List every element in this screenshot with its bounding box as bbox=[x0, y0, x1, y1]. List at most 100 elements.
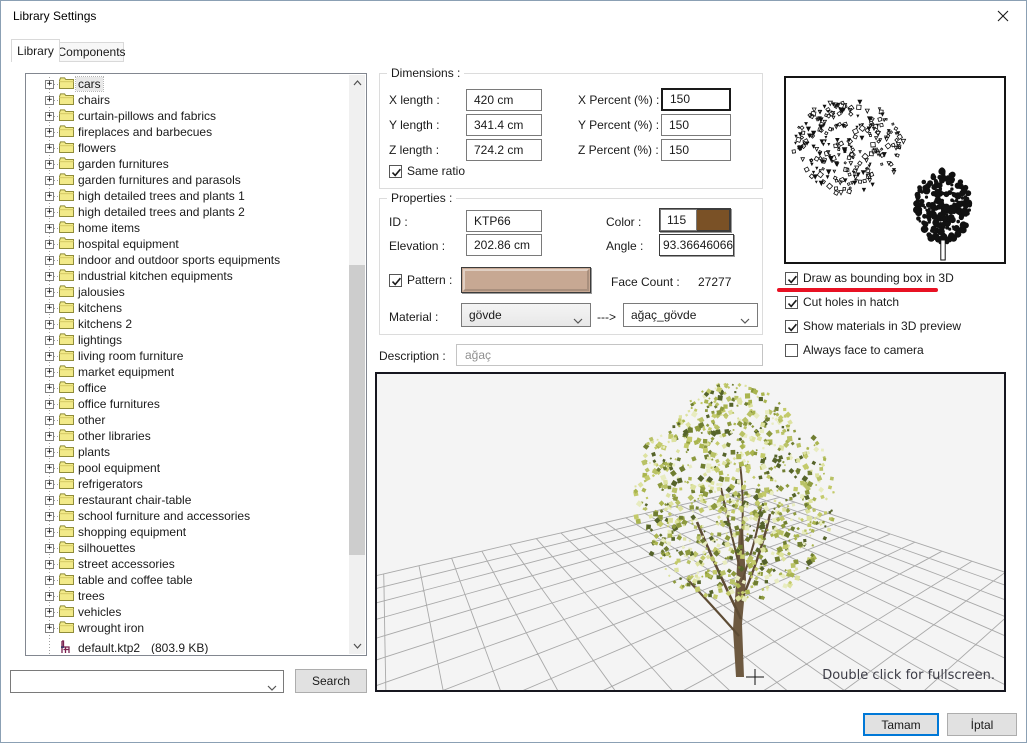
same-ratio-checkbox[interactable] bbox=[389, 165, 402, 178]
y-percent-field[interactable]: 150 bbox=[661, 114, 731, 136]
expand-icon[interactable]: + bbox=[45, 592, 54, 601]
expand-icon[interactable]: + bbox=[45, 160, 54, 169]
search-button[interactable]: Search bbox=[295, 669, 367, 693]
tree-item-market-equipment[interactable]: +market equipment bbox=[27, 364, 349, 380]
expand-icon[interactable]: + bbox=[45, 128, 54, 137]
expand-icon[interactable]: + bbox=[45, 576, 54, 585]
tree-item-other-libraries[interactable]: +other libraries bbox=[27, 428, 349, 444]
scroll-up-button[interactable] bbox=[349, 75, 365, 91]
tree-item-curtain-pillows-and-fabrics[interactable]: +curtain-pillows and fabrics bbox=[27, 108, 349, 124]
tree-item-garden-furnitures[interactable]: +garden furnitures bbox=[27, 156, 349, 172]
expand-icon[interactable]: + bbox=[45, 400, 54, 409]
description-field[interactable]: ağaç bbox=[456, 344, 763, 366]
expand-icon[interactable]: + bbox=[45, 448, 54, 457]
always-face-to-camera-checkbox[interactable] bbox=[785, 344, 798, 357]
z-percent-field[interactable]: 150 bbox=[661, 139, 731, 161]
show-materials-in-3d-preview-checkbox[interactable] bbox=[785, 320, 798, 333]
tree-item-cars[interactable]: +cars bbox=[27, 76, 349, 92]
x-percent-field[interactable]: 150 bbox=[661, 88, 731, 111]
y-length-field[interactable]: 341.4 cm bbox=[466, 114, 542, 136]
draw-as-bounding-box-in-3d-checkbox[interactable] bbox=[785, 272, 798, 285]
color-number-field[interactable]: 115 bbox=[660, 209, 697, 231]
tree-item-office[interactable]: +office bbox=[27, 380, 349, 396]
expand-icon[interactable]: + bbox=[45, 112, 54, 121]
option-draw-as-bounding-box-in-3d[interactable]: Draw as bounding box in 3D bbox=[785, 271, 1020, 285]
expand-icon[interactable]: + bbox=[45, 384, 54, 393]
expand-icon[interactable]: + bbox=[45, 96, 54, 105]
tree-item-hospital-equipment[interactable]: +hospital equipment bbox=[27, 236, 349, 252]
z-length-field[interactable]: 724.2 cm bbox=[466, 139, 542, 161]
ok-button[interactable]: Tamam bbox=[863, 713, 939, 736]
expand-icon[interactable]: + bbox=[45, 368, 54, 377]
material-source-dropdown[interactable]: gövde bbox=[461, 303, 591, 327]
tree-item-silhouettes[interactable]: +silhouettes bbox=[27, 540, 349, 556]
tree-item-industrial-kitchen-equipments[interactable]: +industrial kitchen equipments bbox=[27, 268, 349, 284]
expand-icon[interactable]: + bbox=[45, 624, 54, 633]
x-length-field[interactable]: 420 cm bbox=[466, 89, 542, 111]
scrollbar-thumb[interactable] bbox=[349, 265, 365, 555]
expand-icon[interactable]: + bbox=[45, 288, 54, 297]
color-swatch[interactable] bbox=[697, 209, 730, 231]
tab-components[interactable]: Components bbox=[59, 42, 124, 62]
tree-item-vehicles[interactable]: +vehicles bbox=[27, 604, 349, 620]
expand-icon[interactable]: + bbox=[45, 352, 54, 361]
material-target-dropdown[interactable]: ağaç_gövde bbox=[623, 303, 758, 327]
option-cut-holes-in-hatch[interactable]: Cut holes in hatch bbox=[785, 295, 1020, 309]
tree-item-lightings[interactable]: +lightings bbox=[27, 332, 349, 348]
tree-item-high-detailed-trees-and-plants-2[interactable]: +high detailed trees and plants 2 bbox=[27, 204, 349, 220]
id-field[interactable]: KTP66 bbox=[466, 210, 542, 232]
cut-holes-in-hatch-checkbox[interactable] bbox=[785, 296, 798, 309]
tree-item-indoor-and-outdoor-sports-equipments[interactable]: +indoor and outdoor sports equipments bbox=[27, 252, 349, 268]
tree-item-default-ktp2[interactable]: default.ktp2(803.9 KB) bbox=[27, 640, 349, 654]
tree-item-refrigerators[interactable]: +refrigerators bbox=[27, 476, 349, 492]
option-show-materials-in-3d-preview[interactable]: Show materials in 3D preview bbox=[785, 319, 1020, 333]
tree-item-school-furniture-and-accessories[interactable]: +school furniture and accessories bbox=[27, 508, 349, 524]
expand-icon[interactable]: + bbox=[45, 464, 54, 473]
expand-icon[interactable]: + bbox=[45, 480, 54, 489]
plan-elevation-preview[interactable] bbox=[784, 76, 1006, 264]
expand-icon[interactable]: + bbox=[45, 528, 54, 537]
tree-item-home-items[interactable]: +home items bbox=[27, 220, 349, 236]
expand-icon[interactable]: + bbox=[45, 80, 54, 89]
expand-icon[interactable]: + bbox=[45, 336, 54, 345]
expand-icon[interactable]: + bbox=[45, 560, 54, 569]
color-picker[interactable]: 115 bbox=[659, 208, 731, 232]
expand-icon[interactable]: + bbox=[45, 608, 54, 617]
expand-icon[interactable]: + bbox=[45, 512, 54, 521]
tree-item-shopping-equipment[interactable]: +shopping equipment bbox=[27, 524, 349, 540]
tree-item-kitchens[interactable]: +kitchens bbox=[27, 300, 349, 316]
expand-icon[interactable]: + bbox=[45, 192, 54, 201]
tree-item-flowers[interactable]: +flowers bbox=[27, 140, 349, 156]
pattern-checkbox[interactable] bbox=[389, 274, 402, 287]
tree-item-table-and-coffee-table[interactable]: +table and coffee table bbox=[27, 572, 349, 588]
model-3d-preview[interactable]: Double click for fullscreen. bbox=[375, 372, 1006, 692]
tree-item-kitchens-2[interactable]: +kitchens 2 bbox=[27, 316, 349, 332]
expand-icon[interactable]: + bbox=[45, 176, 54, 185]
tree-item-jalousies[interactable]: +jalousies bbox=[27, 284, 349, 300]
tree-item-plants[interactable]: +plants bbox=[27, 444, 349, 460]
angle-field[interactable]: 93.366460663 bbox=[659, 234, 734, 256]
expand-icon[interactable]: + bbox=[45, 224, 54, 233]
tree-item-high-detailed-trees-and-plants-1[interactable]: +high detailed trees and plants 1 bbox=[27, 188, 349, 204]
scroll-down-button[interactable] bbox=[349, 638, 365, 654]
tree-scrollbar[interactable] bbox=[349, 75, 365, 654]
expand-icon[interactable]: + bbox=[45, 544, 54, 553]
tree-item-office-furnitures[interactable]: +office furnitures bbox=[27, 396, 349, 412]
tree-item-other[interactable]: +other bbox=[27, 412, 349, 428]
expand-icon[interactable]: + bbox=[45, 272, 54, 281]
option-always-face-to-camera[interactable]: Always face to camera bbox=[785, 343, 1020, 357]
expand-icon[interactable]: + bbox=[45, 416, 54, 425]
expand-icon[interactable]: + bbox=[45, 240, 54, 249]
elevation-field[interactable]: 202.86 cm bbox=[466, 234, 542, 256]
search-combobox[interactable] bbox=[10, 670, 284, 693]
tree-item-chairs[interactable]: +chairs bbox=[27, 92, 349, 108]
tree-item-wrought-iron[interactable]: +wrought iron bbox=[27, 620, 349, 636]
tree-item-pool-equipment[interactable]: +pool equipment bbox=[27, 460, 349, 476]
cancel-button[interactable]: İptal bbox=[947, 713, 1017, 736]
expand-icon[interactable]: + bbox=[45, 496, 54, 505]
pattern-swatch[interactable] bbox=[461, 267, 591, 293]
expand-icon[interactable]: + bbox=[45, 256, 54, 265]
tree-item-trees[interactable]: +trees bbox=[27, 588, 349, 604]
expand-icon[interactable]: + bbox=[45, 432, 54, 441]
expand-icon[interactable]: + bbox=[45, 304, 54, 313]
